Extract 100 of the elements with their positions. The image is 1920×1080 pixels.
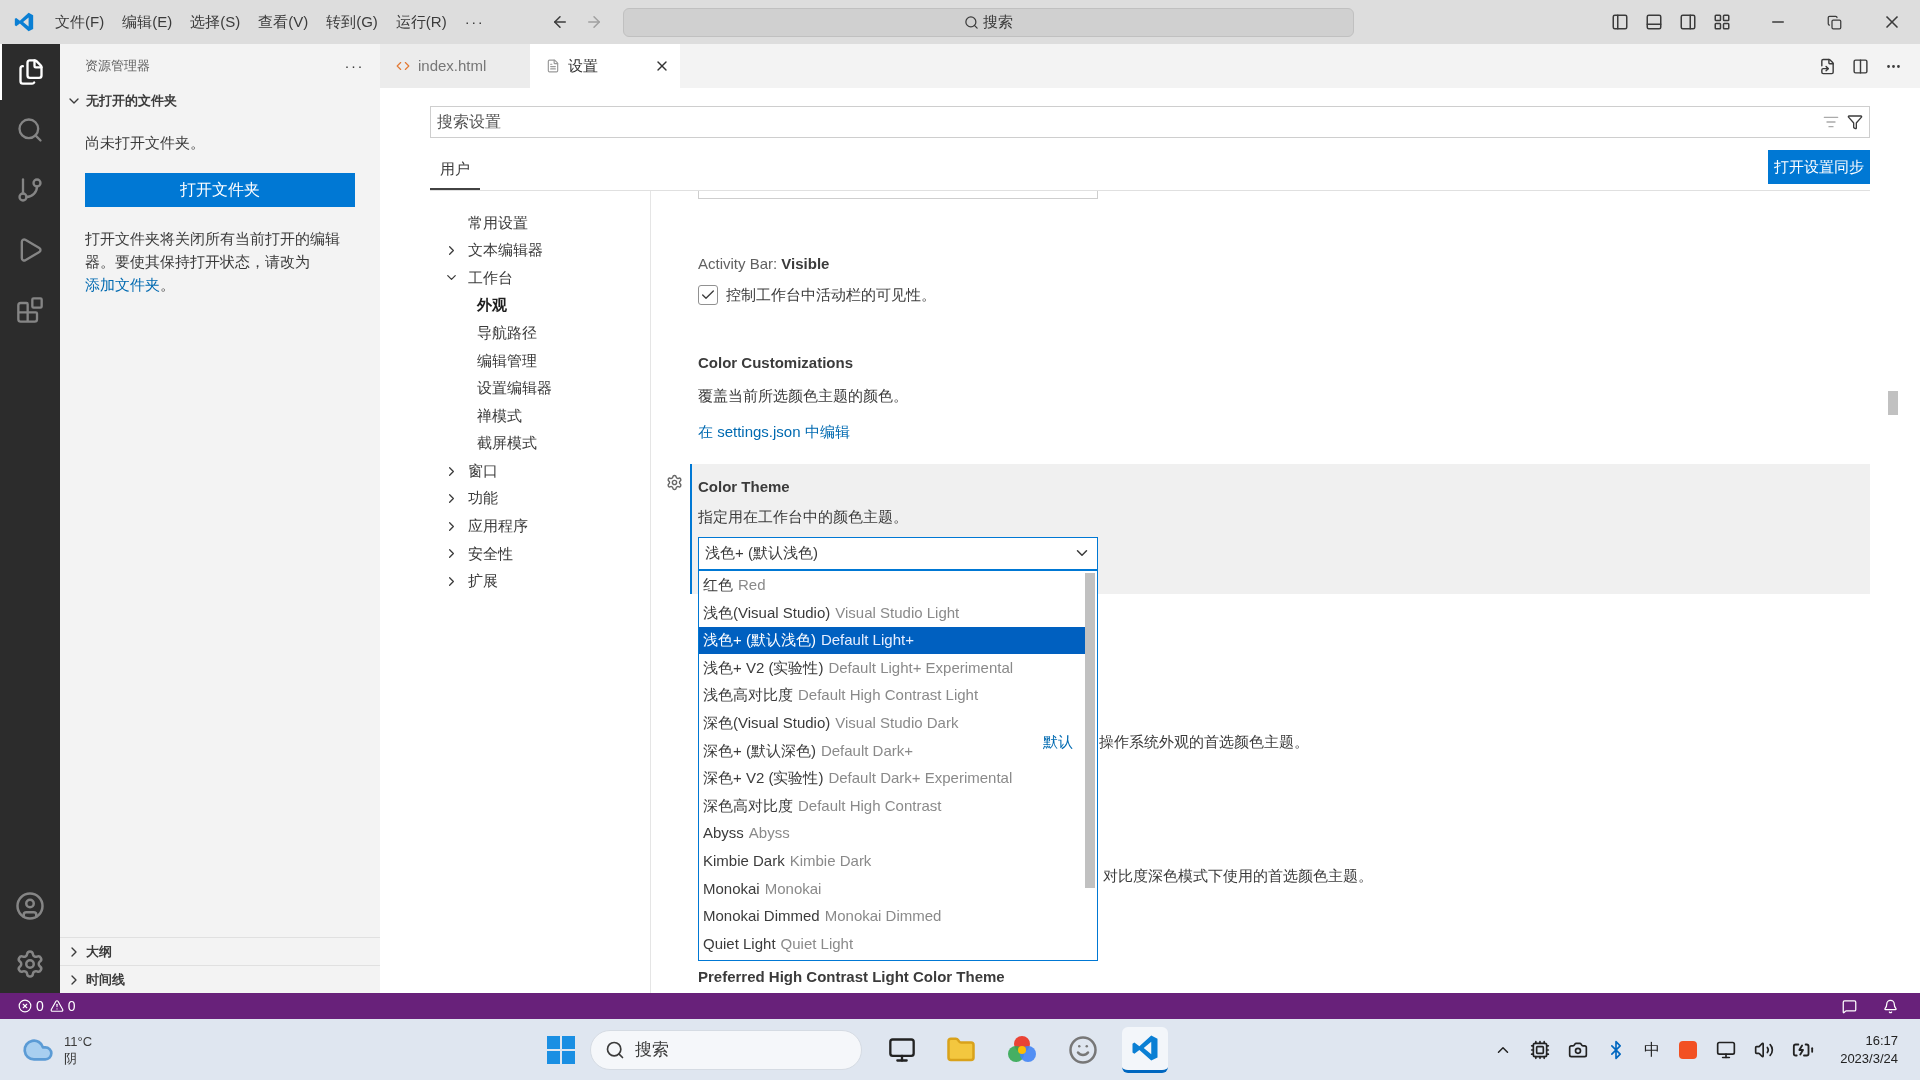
text-field[interactable] [698,191,1098,199]
theme-option[interactable]: 浅色(Visual Studio) Visual Studio Light [699,599,964,627]
menu-item[interactable]: 运行(R) [386,6,456,38]
toggle-sidebar-icon[interactable] [1611,13,1629,31]
sidebar-title: 资源管理器 [85,57,151,76]
settings-sync-button[interactable]: 打开设置同步 [1768,150,1870,184]
setting-title: Preferred High Contrast Light Color Theme [697,966,1006,987]
theme-option[interactable]: 浅色高对比度 Default High Contrast Light [699,681,983,710]
menu-item[interactable]: 文件(F) [46,6,114,38]
theme-option[interactable]: Quiet Light Quiet Light [699,930,858,958]
extensions-icon[interactable] [16,296,44,324]
toc-item[interactable]: 常用设置 [430,209,650,237]
theme-option[interactable]: Kimbie Dark Kimbie Dark [699,847,876,876]
search-label: 搜索 [983,11,1014,32]
search-icon [964,14,980,30]
setting-title: Activity Bar: Visible [698,254,831,274]
toc-item[interactable]: 窗口 [430,457,650,485]
notifications-icon[interactable] [1883,998,1898,1014]
setting-description: 指定用在工作台中的颜色主题。 [698,507,909,527]
menu-item[interactable]: 转到(G) [317,6,387,38]
theme-option[interactable]: Monokai Dimmed Monokai Dimmed [699,902,946,931]
app-logo-icon [13,11,35,33]
toc-item[interactable]: 扩展 [430,567,650,596]
theme-option[interactable]: 浅色+ V2 (实验性) Default Light+ Experimental [699,654,1018,682]
checkbox[interactable] [698,284,718,305]
toggle-panel-icon[interactable] [1645,13,1663,31]
temperature: 11°C [64,1032,93,1050]
toc-item[interactable]: 截屏模式 [430,429,650,458]
toc-item[interactable]: 文本编辑器 [430,236,650,265]
setting-gear-icon[interactable] [666,473,683,491]
scrollbar-thumb[interactable] [1085,572,1095,888]
start-icon[interactable] [546,1034,577,1065]
scope-tab[interactable]: 用户 [430,151,480,190]
search-icon [605,1039,626,1060]
open-folder-button[interactable]: 打开文件夹 [85,172,355,207]
empty-message: 尚未打开文件夹。 [85,133,206,153]
volume-icon[interactable] [1754,1039,1775,1060]
feedback-icon[interactable] [1842,998,1857,1014]
toc-item[interactable]: 禅模式 [430,402,650,430]
customize-layout-icon[interactable] [1713,13,1731,31]
toc-item[interactable]: 设置编辑器 [430,374,650,403]
split-editor-icon[interactable] [1852,57,1869,75]
search-icon[interactable] [16,116,44,144]
setting-description: 对比度深色模式下使用的首选颜色主题。 [1103,866,1373,886]
filter-icon[interactable] [1847,114,1863,130]
restore-icon[interactable] [1827,14,1842,30]
theme-option[interactable]: Abyss Abyss [699,819,794,848]
menu-item[interactable]: 选择(S) [181,6,250,38]
edit-json-link[interactable]: 在 settings.json 中编辑 [698,421,850,444]
taskbar-search[interactable]: 搜索 [590,1029,863,1070]
toc-item[interactable]: 外观 [430,291,650,320]
toc-item[interactable]: 导航路径 [430,319,650,347]
theme-option[interactable]: 红色 Red [699,571,770,600]
problems-indicator[interactable]: 0 0 [18,995,76,1017]
editor-tab[interactable]: index.html [380,44,530,88]
section-header[interactable]: 无打开的文件夹 [60,88,380,114]
theme-option[interactable]: 深色+ V2 (实验性) Default Dark+ Experimental [699,764,1017,793]
add-folder-link[interactable]: 添加文件夹 [85,275,160,293]
weather-condition: 阴 [64,1049,78,1067]
editor-tab[interactable]: 设置 [530,44,680,88]
code-editor-icon [1130,1033,1161,1063]
app-icon[interactable] [1068,1034,1099,1065]
active-app-button[interactable] [1122,1026,1169,1073]
clock[interactable]: 16:17 2023/3/24 [1840,1031,1898,1068]
theme-option[interactable]: 深色+ (默认深色) Default Dark+ [699,737,918,765]
explorer-icon[interactable] [17,58,45,86]
menu-item[interactable]: 查看(V) [249,6,318,38]
default-link[interactable]: 默认 [1043,730,1073,753]
command-search[interactable]: 搜索 [623,7,1355,37]
scrollbar-thumb[interactable] [1888,391,1898,415]
warning-icon [49,999,64,1013]
toggle-secondary-sidebar-icon[interactable] [1679,13,1697,31]
setting-description: 控制工作台中活动栏的可见性。 [726,284,936,305]
toc-item[interactable]: 安全性 [430,540,650,568]
menu-item[interactable]: 编辑(E) [113,6,182,38]
setting-description: 覆盖当前所选颜色主题的颜色。 [698,385,909,406]
setting-title: Color Customizations [698,353,854,373]
theme-option[interactable]: Monokai Monokai [699,875,826,903]
toc-item[interactable]: 编辑管理 [430,346,650,375]
input-method-indicator[interactable]: 中 [1644,1037,1661,1062]
theme-option[interactable]: 深色(Visual Studio) Visual Studio Dark [699,709,963,738]
source-control-icon[interactable] [16,176,44,204]
settings-icon[interactable] [15,949,45,979]
theme-option[interactable]: 浅色+ (默认浅色) Default Light+ [699,626,1085,655]
help-text: 打开文件夹将关闭所有当前打开的编辑器。要使其保持打开状态，请改为 添加文件夹。 [85,228,341,295]
setting-title: Color Theme [698,476,791,497]
more-menu[interactable]: ··· [455,10,494,34]
settings-file-icon [546,59,560,73]
open-json-icon[interactable] [1819,57,1836,75]
section-header[interactable]: 大纲 [60,937,380,965]
error-icon [18,999,32,1013]
code-file-icon [396,59,410,73]
tray-app-icon[interactable] [1530,1039,1551,1060]
theme-select[interactable]: 浅色+ (默认浅色) [698,536,1098,570]
account-icon[interactable] [15,891,45,921]
toc-item[interactable]: 功能 [430,484,650,513]
toc-item[interactable]: 应用程序 [430,512,650,541]
theme-option[interactable]: 深色高对比度 Default High Contrast [699,792,946,820]
toc-item[interactable]: 工作台 [430,264,650,292]
more-actions[interactable]: ··· [344,54,364,78]
